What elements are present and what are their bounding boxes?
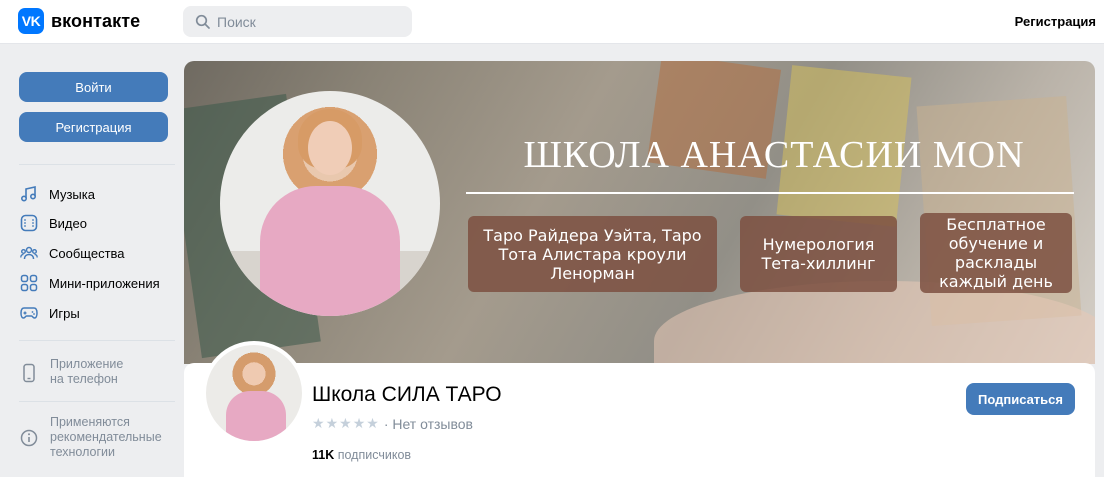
- portrait-dress: [260, 186, 400, 316]
- subscribe-button[interactable]: Подписаться: [966, 383, 1075, 415]
- music-icon: [19, 184, 39, 204]
- sidebar-item-communities[interactable]: Сообщества: [19, 242, 125, 264]
- sidebar-app-phone[interactable]: Приложение на телефон: [19, 357, 140, 387]
- info-icon: [19, 428, 39, 448]
- games-icon: [19, 303, 39, 323]
- sidebar-item-label: Мини-приложения: [49, 275, 160, 291]
- avatar-dress: [226, 391, 286, 441]
- cover-pill-free: Бесплатное обучение и расклады каждый де…: [920, 213, 1072, 293]
- portrait-face: [308, 121, 352, 175]
- login-button[interactable]: Войти: [19, 72, 168, 102]
- community-avatar[interactable]: [202, 341, 306, 445]
- sidebar-item-label: Сообщества: [49, 245, 125, 261]
- cover-pill-numerology: Нумерология Тета-хиллинг: [740, 216, 897, 292]
- star-icon: ★: [366, 415, 379, 431]
- logo-text: вконтакте: [51, 10, 141, 31]
- community-header-card: Школа СИЛА ТАРО ★ ★ ★ ★ ★ · Нет отзывов …: [184, 341, 1095, 477]
- app-phone-label: Приложение на телефон: [50, 357, 124, 386]
- recommendations-label: Применяются рекомендательные технологии: [50, 415, 162, 459]
- search-input[interactable]: Поиск: [183, 6, 412, 37]
- community-name: Школа СИЛА ТАРО: [312, 383, 502, 406]
- vk-logo[interactable]: VK вконтакте: [18, 8, 140, 34]
- cover-portrait: [220, 91, 440, 316]
- sidebar: Войти Регистрация Музыка Видео Сообществ…: [0, 44, 184, 477]
- sidebar-item-games[interactable]: Игры: [19, 302, 80, 324]
- sidebar-item-label: Видео: [49, 215, 87, 231]
- sidebar-item-label: Игры: [49, 305, 80, 321]
- search-placeholder: Поиск: [217, 13, 256, 30]
- subscribers-count[interactable]: 11K подписчиков: [312, 448, 411, 462]
- rating: ★ ★ ★ ★ ★ · Нет отзывов: [312, 415, 473, 432]
- cover-divider-line: [466, 192, 1074, 194]
- sidebar-divider: [19, 164, 175, 165]
- cover-title: ШКОЛА АНАСТАСИИ MON: [523, 134, 1025, 176]
- star-icon: ★: [312, 415, 325, 431]
- register-button[interactable]: Регистрация: [19, 112, 168, 142]
- search-icon: [195, 14, 210, 29]
- sidebar-item-label: Музыка: [49, 186, 95, 202]
- star-icon: ★: [339, 415, 352, 431]
- sidebar-item-music[interactable]: Музыка: [19, 183, 95, 205]
- community-cover: ШКОЛА АНАСТАСИИ MON Таро Райдера Уэйта, …: [184, 61, 1095, 364]
- cover-bg-shape: [654, 281, 1095, 364]
- star-icon: ★: [325, 415, 339, 431]
- sidebar-item-video[interactable]: Видео: [19, 212, 87, 234]
- top-header: VK вконтакте Поиск Регистрация: [0, 0, 1104, 44]
- sidebar-divider: [19, 401, 175, 402]
- header-register-link[interactable]: Регистрация: [1015, 14, 1096, 29]
- communities-icon: [19, 243, 39, 263]
- sidebar-item-mini-apps[interactable]: Мини-приложения: [19, 272, 160, 294]
- video-icon: [19, 213, 39, 233]
- mini-apps-icon: [19, 273, 39, 293]
- vk-logo-icon: VK: [18, 8, 44, 34]
- subscribers-number: 11K: [312, 448, 335, 462]
- subscribers-label: подписчиков: [337, 448, 412, 462]
- phone-icon: [19, 363, 39, 383]
- star-icon: ★: [352, 415, 366, 431]
- cover-pill-tarot: Таро Райдера Уэйта, Таро Тота Алистара к…: [468, 216, 717, 292]
- sidebar-recommendations[interactable]: Применяются рекомендательные технологии: [19, 415, 170, 460]
- sidebar-divider: [19, 340, 175, 341]
- reviews-link[interactable]: · Нет отзывов: [384, 416, 473, 432]
